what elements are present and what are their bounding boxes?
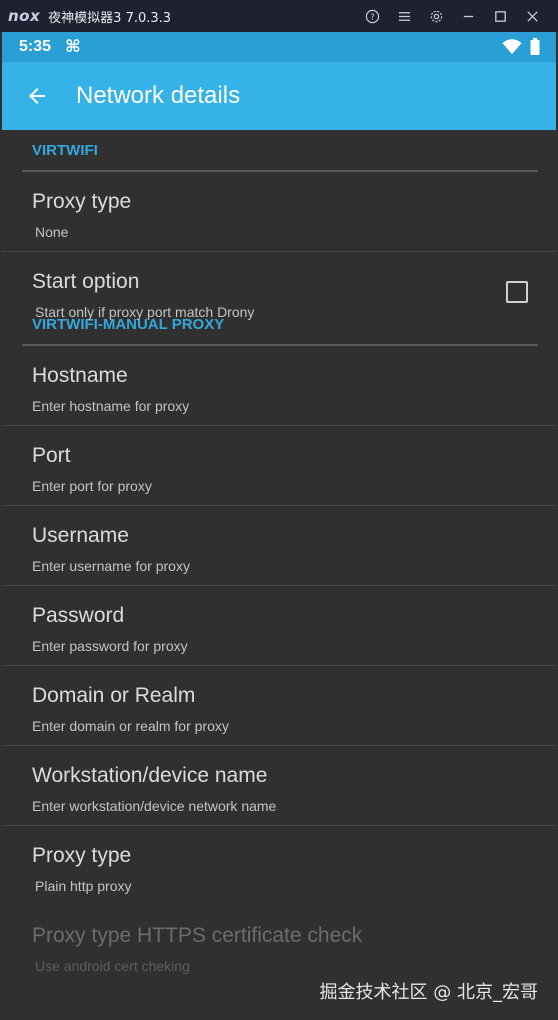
pref-summary: Enter domain or realm for proxy	[32, 718, 229, 734]
pref-domain-realm[interactable]: Domain or Realm Enter domain or realm fo…	[2, 666, 556, 746]
pref-proxy-type-manual[interactable]: Proxy type Plain http proxy	[2, 826, 556, 906]
pref-title: Password	[32, 604, 125, 627]
pref-title: Domain or Realm	[32, 684, 196, 707]
pref-https-cert-check: Proxy type HTTPS certificate check Use a…	[2, 906, 556, 986]
pref-port[interactable]: Port Enter port for proxy	[2, 426, 556, 506]
svg-text:?: ?	[370, 11, 374, 21]
emulator-title: 夜神模拟器3 7.0.3.3	[48, 10, 172, 26]
app-bar: Network details	[2, 62, 556, 130]
preferences-list: VIRTWIFI Proxy type None Start option St…	[2, 130, 556, 986]
start-option-checkbox[interactable]	[506, 281, 528, 303]
pref-password[interactable]: Password Enter password for proxy	[2, 586, 556, 666]
pref-summary: Use android cert cheking	[35, 958, 190, 974]
minimize-icon[interactable]	[452, 0, 484, 32]
close-icon[interactable]	[516, 0, 548, 32]
wifi-icon	[502, 38, 522, 54]
pref-summary: Enter password for proxy	[32, 638, 188, 654]
watermark: 掘金技术社区 @ 北京_宏哥	[319, 982, 538, 1003]
pref-summary: Enter workstation/device network name	[32, 798, 277, 814]
menu-icon[interactable]	[388, 0, 420, 32]
maximize-icon[interactable]	[484, 0, 516, 32]
pref-hostname[interactable]: Hostname Enter hostname for proxy	[2, 346, 556, 426]
notification-icon: ⌘	[65, 37, 81, 57]
arrow-left-icon[interactable]	[22, 81, 52, 111]
pref-summary: Start only if proxy port match Drony	[35, 304, 255, 320]
window-controls: ?	[356, 0, 548, 32]
emulator-title-bar: nox 夜神模拟器3 7.0.3.3 ?	[0, 0, 558, 32]
pref-title: Start option	[32, 270, 140, 293]
status-bar: 5:35 ⌘	[2, 32, 556, 62]
pref-title: Username	[32, 524, 129, 547]
pref-title: Hostname	[32, 364, 128, 387]
status-icons	[502, 38, 540, 55]
pref-workstation-name[interactable]: Workstation/device name Enter workstatio…	[2, 746, 556, 826]
page-title: Network details	[76, 82, 241, 109]
settings-icon[interactable]	[420, 0, 452, 32]
pref-summary: Enter hostname for proxy	[32, 398, 190, 414]
pref-title: Port	[32, 444, 71, 467]
help-icon[interactable]: ?	[356, 0, 388, 32]
battery-icon	[530, 38, 540, 55]
android-screen: 5:35 ⌘ Network details VIRTWIFI Proxy ty…	[2, 32, 556, 1018]
status-time: 5:35	[19, 38, 52, 55]
pref-title: Proxy type HTTPS certificate check	[32, 924, 363, 947]
pref-summary: Enter port for proxy	[32, 478, 152, 494]
nox-logo: nox	[8, 7, 41, 25]
pref-title: Proxy type	[32, 190, 132, 213]
pref-username[interactable]: Username Enter username for proxy	[2, 506, 556, 586]
pref-summary: None	[35, 224, 69, 240]
pref-title: Workstation/device name	[32, 764, 268, 787]
section-header-virtwifi: VIRTWIFI	[32, 141, 98, 159]
pref-title: Proxy type	[32, 844, 132, 867]
pref-summary: Plain http proxy	[35, 878, 132, 894]
pref-summary: Enter username for proxy	[32, 558, 190, 574]
pref-proxy-type[interactable]: Proxy type None	[2, 172, 556, 252]
pref-start-option[interactable]: Start option Start only if proxy port ma…	[2, 252, 556, 332]
